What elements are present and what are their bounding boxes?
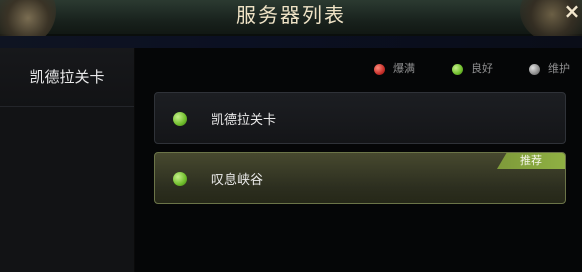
status-green-icon bbox=[173, 172, 187, 186]
green-dot-icon bbox=[452, 63, 463, 75]
legend-label: 爆满 bbox=[393, 62, 415, 75]
legend-item-maintenance: 维护 bbox=[529, 60, 570, 76]
server-row-kadela[interactable]: 凯德拉关卡 bbox=[154, 92, 566, 144]
sidebar: 凯德拉关卡 bbox=[0, 48, 135, 272]
gray-dot-icon bbox=[529, 63, 540, 75]
legend-label: 维护 bbox=[548, 62, 570, 75]
status-green-icon bbox=[173, 112, 187, 126]
sidebar-item-label: 凯德拉关卡 bbox=[29, 68, 105, 86]
close-button[interactable]: × bbox=[562, 0, 582, 22]
sidebar-item-kadela[interactable]: 凯德拉关卡 bbox=[0, 48, 134, 107]
legend-item-full: 爆满 bbox=[374, 60, 415, 76]
server-name: 凯德拉关卡 bbox=[211, 113, 277, 128]
server-name: 叹息峡谷 bbox=[211, 173, 264, 188]
legend-item-good: 良好 bbox=[452, 60, 493, 76]
page-title: 服务器列表 bbox=[236, 3, 346, 27]
legend-label: 良好 bbox=[471, 62, 493, 75]
server-row-sigh-canyon[interactable]: 叹息峡谷 推荐 bbox=[154, 152, 566, 204]
header-divider bbox=[0, 36, 582, 48]
red-dot-icon bbox=[374, 63, 385, 75]
recommended-badge: 推荐 bbox=[497, 153, 565, 169]
window-header: 服务器列表 bbox=[0, 0, 582, 36]
